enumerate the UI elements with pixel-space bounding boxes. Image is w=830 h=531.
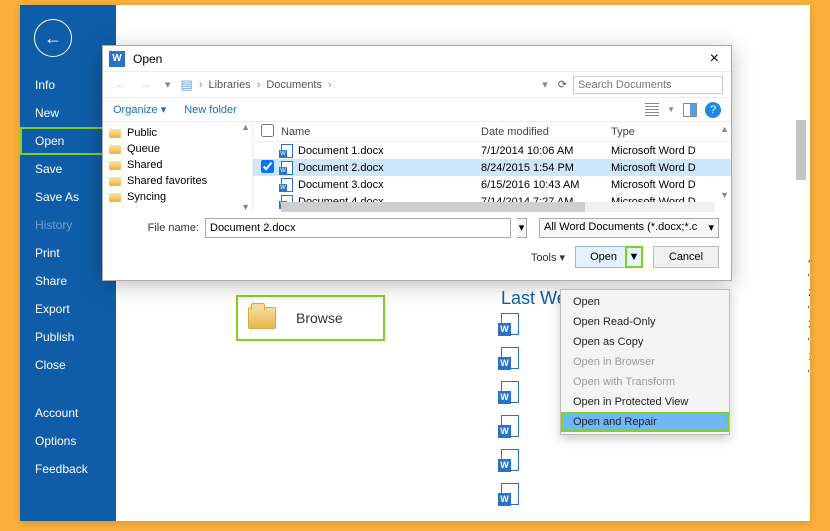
backstage-item-feedback[interactable]: Feedback <box>20 455 116 483</box>
file-checkbox[interactable] <box>261 160 274 173</box>
backstage-item-publish[interactable]: Publish <box>20 323 116 351</box>
main-scrollbar[interactable] <box>794 115 808 495</box>
help-icon[interactable]: ? <box>705 102 721 118</box>
folder-icon <box>109 193 121 202</box>
nav-up-icon[interactable]: ▾ <box>161 78 175 91</box>
dialog-title: Open <box>133 52 162 66</box>
horizontal-scrollbar[interactable] <box>281 202 715 212</box>
refresh-icon[interactable]: ⟳ <box>558 78 567 91</box>
column-type[interactable]: Type <box>611 126 731 138</box>
sidebar-folder-shared-favorites[interactable]: Shared favorites <box>103 173 252 189</box>
breadcrumb-documents[interactable]: Documents <box>266 79 322 91</box>
search-input[interactable] <box>573 76 723 94</box>
word-file-icon <box>281 161 293 175</box>
recent-doc-icons <box>501 313 519 517</box>
sidebar-folder-queue[interactable]: Queue <box>103 141 252 157</box>
column-headers: Name Date modified Type <box>253 122 731 142</box>
scroll-up-icon[interactable]: ▲ <box>720 124 729 134</box>
backstage-item-close[interactable]: Close <box>20 351 116 379</box>
word-doc-icon[interactable] <box>501 415 519 437</box>
browse-label: Browse <box>296 310 343 326</box>
back-button[interactable]: ← <box>34 19 72 57</box>
file-row[interactable]: Document 3.docx6/15/2016 10:43 AMMicroso… <box>253 176 731 193</box>
filename-input[interactable] <box>205 218 511 238</box>
word-doc-icon[interactable] <box>501 449 519 471</box>
menu-item-open-and-repair[interactable]: Open and Repair <box>561 412 729 432</box>
filename-label: File name: <box>115 222 199 234</box>
preview-pane-icon[interactable] <box>683 103 697 117</box>
menu-item-open-in-browser: Open in Browser <box>561 352 729 372</box>
menu-item-open-as-copy[interactable]: Open as Copy <box>561 332 729 352</box>
file-row[interactable]: Document 1.docx7/1/2014 10:06 AMMicrosof… <box>253 142 731 159</box>
scroll-down-icon[interactable]: ▼ <box>720 190 729 200</box>
scroll-down-icon[interactable]: ▼ <box>241 202 250 212</box>
close-button[interactable]: × <box>704 50 725 68</box>
word-doc-icon[interactable] <box>501 347 519 369</box>
dialog-sidebar: ▲ PublicQueueSharedShared favoritesSynci… <box>103 122 253 212</box>
sidebar-folder-syncing[interactable]: Syncing <box>103 189 252 205</box>
library-icon: ▤ <box>181 77 193 93</box>
breadcrumb-libraries[interactable]: Libraries <box>209 79 251 91</box>
scroll-up-icon[interactable]: ▲ <box>241 122 250 132</box>
word-file-icon <box>281 178 293 192</box>
word-app-icon: W <box>109 51 125 67</box>
word-doc-icon[interactable] <box>501 381 519 403</box>
menu-item-open-in-protected-view[interactable]: Open in Protected View <box>561 392 729 412</box>
open-dropdown-menu: OpenOpen Read-OnlyOpen as CopyOpen in Br… <box>560 289 730 435</box>
menu-item-open-with-transform: Open with Transform <box>561 372 729 392</box>
column-name[interactable]: Name <box>281 126 481 138</box>
view-dropdown-icon[interactable]: ▼ <box>667 105 675 114</box>
select-all-checkbox[interactable] <box>261 124 274 137</box>
view-options-icon[interactable] <box>645 103 659 117</box>
word-doc-icon[interactable] <box>501 313 519 335</box>
arrow-left-icon: ← <box>44 28 62 49</box>
breadcrumb-dropdown-icon[interactable]: ▾ <box>538 78 552 91</box>
file-list: ▲ ▼ Name Date modified Type Document 1.d… <box>253 122 731 212</box>
backstage-item-account[interactable]: Account <box>20 399 116 427</box>
open-button-label: Open <box>590 251 617 263</box>
menu-item-open-read-only[interactable]: Open Read-Only <box>561 312 729 332</box>
menu-item-open[interactable]: Open <box>561 292 729 312</box>
folder-icon <box>248 307 276 329</box>
nav-forward-icon[interactable]: → <box>136 79 155 91</box>
organize-menu[interactable]: Organize ▾ <box>113 103 166 116</box>
backstage-item-export[interactable]: Export <box>20 295 116 323</box>
open-button[interactable]: Open ▼ <box>575 246 643 268</box>
open-dialog: W Open × ← → ▾ ▤ › Libraries › Documents… <box>102 45 732 281</box>
word-file-icon <box>281 144 293 158</box>
file-row[interactable]: Document 2.docx8/24/2015 1:54 PMMicrosof… <box>253 159 731 176</box>
cancel-button[interactable]: Cancel <box>653 246 719 268</box>
tools-menu[interactable]: Tools ▾ <box>531 251 565 264</box>
folder-icon <box>109 145 121 154</box>
sidebar-folder-public[interactable]: Public <box>103 125 252 141</box>
filetype-select[interactable]: All Word Documents (*.docx;*.c ▾ <box>539 218 719 238</box>
dialog-toolbar: Organize ▾ New folder ▼ ? <box>103 98 731 122</box>
backstage-item-options[interactable]: Options <box>20 427 116 455</box>
sidebar-folder-shared[interactable]: Shared <box>103 157 252 173</box>
dialog-nav-bar: ← → ▾ ▤ › Libraries › Documents › ▾ ⟳ <box>103 72 731 98</box>
word-doc-icon[interactable] <box>501 483 519 505</box>
folder-icon <box>109 177 121 186</box>
folder-icon <box>109 129 121 138</box>
browse-button[interactable]: Browse <box>236 295 385 341</box>
new-folder-button[interactable]: New folder <box>184 104 237 116</box>
open-split-dropdown[interactable]: ▼ <box>625 246 643 268</box>
nav-back-icon[interactable]: ← <box>111 79 130 91</box>
folder-icon <box>109 161 121 170</box>
filename-dropdown-icon[interactable]: ▾ <box>517 218 527 238</box>
column-date[interactable]: Date modified <box>481 126 611 138</box>
